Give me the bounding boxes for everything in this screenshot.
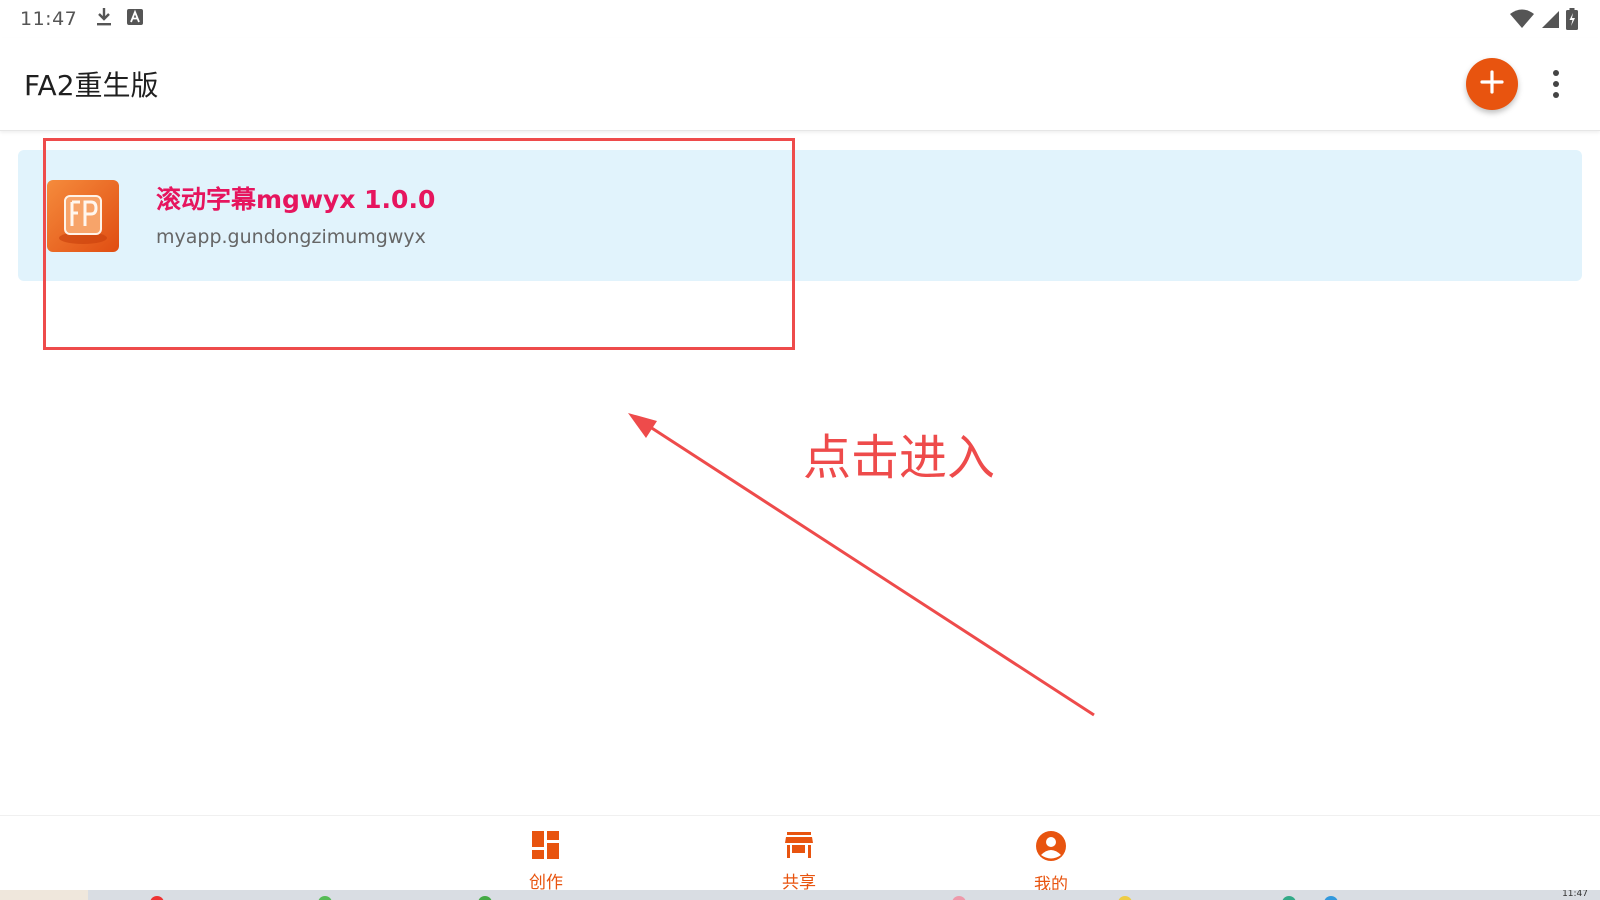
battery-charging-icon	[1566, 8, 1578, 34]
taskbar-thumbnail	[0, 890, 88, 900]
annotation-label: 点击进入	[803, 430, 996, 486]
host-taskbar: 11:47	[0, 890, 1600, 900]
taskbar-clock: 11:47	[1562, 890, 1588, 899]
annotation-highlight-box	[43, 138, 795, 350]
status-bar: 11:47	[0, 0, 1600, 38]
taskbar-app-icon[interactable]	[1282, 896, 1296, 900]
nav-item-create[interactable]: 创作	[506, 830, 586, 893]
status-left-icons	[95, 6, 144, 32]
nav-item-share[interactable]: 共享	[759, 830, 839, 893]
plus-icon	[1479, 69, 1505, 99]
download-icon	[95, 6, 113, 32]
taskbar-app-icon[interactable]	[1324, 896, 1338, 900]
taskbar-app-icon[interactable]	[478, 896, 492, 900]
cell-signal-icon	[1540, 9, 1560, 33]
store-icon	[784, 830, 814, 864]
taskbar-app-icon[interactable]	[1118, 896, 1132, 900]
taskbar-app-icon[interactable]	[952, 896, 966, 900]
app-bar: FA2重生版	[0, 38, 1600, 131]
wifi-icon	[1510, 9, 1534, 33]
status-right-icons	[1510, 8, 1578, 34]
app-title: FA2重生版	[24, 69, 159, 102]
taskbar-app-icon[interactable]	[150, 896, 164, 900]
taskbar-app-icon[interactable]	[318, 896, 332, 900]
nav-item-mine[interactable]: 我的	[1011, 830, 1091, 895]
account-circle-icon	[1035, 830, 1067, 866]
status-time: 11:47	[20, 8, 78, 30]
keyboard-a-icon	[127, 9, 144, 29]
bottom-navigation: 创作 共享 我的	[0, 815, 1600, 895]
more-vert-icon[interactable]	[1540, 62, 1572, 106]
add-project-button[interactable]	[1466, 58, 1518, 110]
annotation-arrow	[628, 413, 1095, 717]
dashboard-icon	[531, 830, 561, 864]
